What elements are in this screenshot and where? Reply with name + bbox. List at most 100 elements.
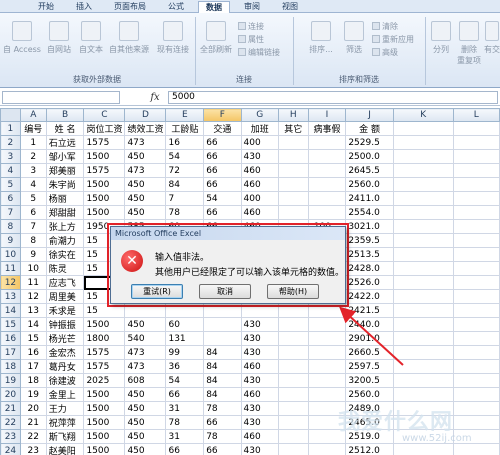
clear-filter-button[interactable]: 清除 <box>372 21 398 32</box>
column-header-b[interactable]: B <box>45 108 85 122</box>
cell[interactable] <box>392 163 454 178</box>
from-text-button[interactable]: 自文本 <box>76 21 106 55</box>
edit-links-button[interactable]: 编辑链接 <box>238 47 280 58</box>
cell[interactable]: 13 <box>19 303 47 318</box>
tab-insert[interactable]: 插入 <box>68 1 100 13</box>
row-header[interactable]: 8 <box>0 219 21 234</box>
row-header[interactable]: 12 <box>0 275 21 290</box>
row-header[interactable]: 11 <box>0 261 21 276</box>
reapply-button[interactable]: 重新应用 <box>372 34 414 45</box>
cell[interactable]: 66 <box>203 163 242 178</box>
cell[interactable]: 66 <box>203 205 242 220</box>
cell[interactable]: 2526.0 <box>345 275 394 290</box>
cell[interactable]: 16 <box>165 135 205 150</box>
cell[interactable]: 1500 <box>83 415 126 430</box>
cell[interactable]: 1500 <box>83 401 126 416</box>
cell[interactable] <box>307 135 347 150</box>
cell[interactable]: 450 <box>124 205 167 220</box>
cell[interactable] <box>392 261 454 276</box>
cell[interactable]: 1 <box>19 135 47 150</box>
cell[interactable]: 2411.0 <box>345 191 394 206</box>
cell[interactable]: 俞潮力 <box>45 233 85 248</box>
row-header[interactable]: 2 <box>0 135 21 150</box>
cell[interactable] <box>452 443 500 455</box>
row-header[interactable]: 21 <box>0 401 21 416</box>
cell[interactable] <box>307 177 347 192</box>
column-header-e[interactable]: E <box>165 108 205 122</box>
cell[interactable]: 66 <box>203 135 242 150</box>
cell[interactable]: 绩效工资 <box>124 121 167 136</box>
row-header[interactable]: 17 <box>0 345 21 360</box>
cell[interactable] <box>307 345 347 360</box>
cell[interactable]: 3021.0 <box>345 219 394 234</box>
cell[interactable] <box>452 163 500 178</box>
cell[interactable]: 460 <box>240 177 279 192</box>
column-header-j[interactable]: J <box>345 108 394 122</box>
cell[interactable]: 72 <box>165 163 205 178</box>
cell[interactable] <box>277 205 309 220</box>
cell[interactable] <box>307 163 347 178</box>
remove-duplicates-button[interactable]: 删除 重复项 <box>456 21 482 66</box>
column-header-l[interactable]: L <box>452 108 500 122</box>
row-header[interactable]: 20 <box>0 387 21 402</box>
cell[interactable]: 2421.5 <box>345 303 394 318</box>
existing-connections-button[interactable]: 现有连接 <box>154 21 192 55</box>
cell[interactable]: 应志飞 <box>45 275 85 290</box>
from-access-button[interactable]: 自 Access <box>2 21 42 55</box>
cell[interactable] <box>392 149 454 164</box>
help-button[interactable]: 帮助(H) <box>267 284 319 299</box>
cell[interactable] <box>392 247 454 262</box>
cell[interactable]: 2500.0 <box>345 149 394 164</box>
cell[interactable] <box>307 191 347 206</box>
cell[interactable]: 473 <box>124 163 167 178</box>
cell[interactable]: 1500 <box>83 177 126 192</box>
cell[interactable]: 斯飞翔 <box>45 429 85 444</box>
column-header-k[interactable]: K <box>392 108 454 122</box>
cell[interactable] <box>307 387 347 402</box>
cell[interactable]: 400 <box>240 191 279 206</box>
row-header[interactable]: 15 <box>0 317 21 332</box>
cell[interactable]: 430 <box>240 149 279 164</box>
cell[interactable]: 金里上 <box>45 387 85 402</box>
cell[interactable]: 60 <box>165 317 205 332</box>
cell[interactable]: 5 <box>19 191 47 206</box>
select-all-corner[interactable] <box>0 108 21 122</box>
cell[interactable] <box>452 205 500 220</box>
cell[interactable]: 禾求是 <box>45 303 85 318</box>
cell[interactable]: 66 <box>165 443 205 455</box>
cell[interactable] <box>452 191 500 206</box>
cell[interactable]: 2901.0 <box>345 331 394 346</box>
cell[interactable]: 1800 <box>83 331 126 346</box>
cell[interactable]: 病事假 <box>307 121 347 136</box>
cell[interactable] <box>277 135 309 150</box>
cell[interactable]: 450 <box>124 317 167 332</box>
row-header[interactable]: 24 <box>0 443 21 455</box>
cell[interactable] <box>452 345 500 360</box>
cell[interactable]: 430 <box>240 317 279 332</box>
row-header[interactable]: 10 <box>0 247 21 262</box>
cell[interactable] <box>452 149 500 164</box>
cell[interactable] <box>277 331 309 346</box>
cell[interactable]: 450 <box>124 443 167 455</box>
text-to-columns-button[interactable]: 分列 <box>430 21 452 55</box>
cell[interactable]: 4 <box>19 177 47 192</box>
cell[interactable]: 450 <box>124 401 167 416</box>
formula-input[interactable]: 5000 <box>168 91 498 104</box>
cell[interactable]: 葛丹女 <box>45 359 85 374</box>
cell[interactable]: 1500 <box>83 443 126 455</box>
tab-home[interactable]: 开始 <box>30 1 62 13</box>
cell[interactable]: 23 <box>19 443 47 455</box>
cell[interactable]: 430 <box>240 345 279 360</box>
cell[interactable]: 2513.5 <box>345 247 394 262</box>
cell[interactable]: 9 <box>19 247 47 262</box>
properties-button[interactable]: 属性 <box>238 34 264 45</box>
row-header[interactable]: 9 <box>0 233 21 248</box>
row-header[interactable]: 13 <box>0 289 21 304</box>
cell[interactable]: 郑甜甜 <box>45 205 85 220</box>
cell[interactable] <box>277 415 309 430</box>
connections-button[interactable]: 连接 <box>238 21 264 32</box>
cell[interactable]: 2422.0 <box>345 289 394 304</box>
row-header[interactable]: 18 <box>0 359 21 374</box>
column-header-f[interactable]: F <box>203 108 242 122</box>
row-header[interactable]: 22 <box>0 415 21 430</box>
